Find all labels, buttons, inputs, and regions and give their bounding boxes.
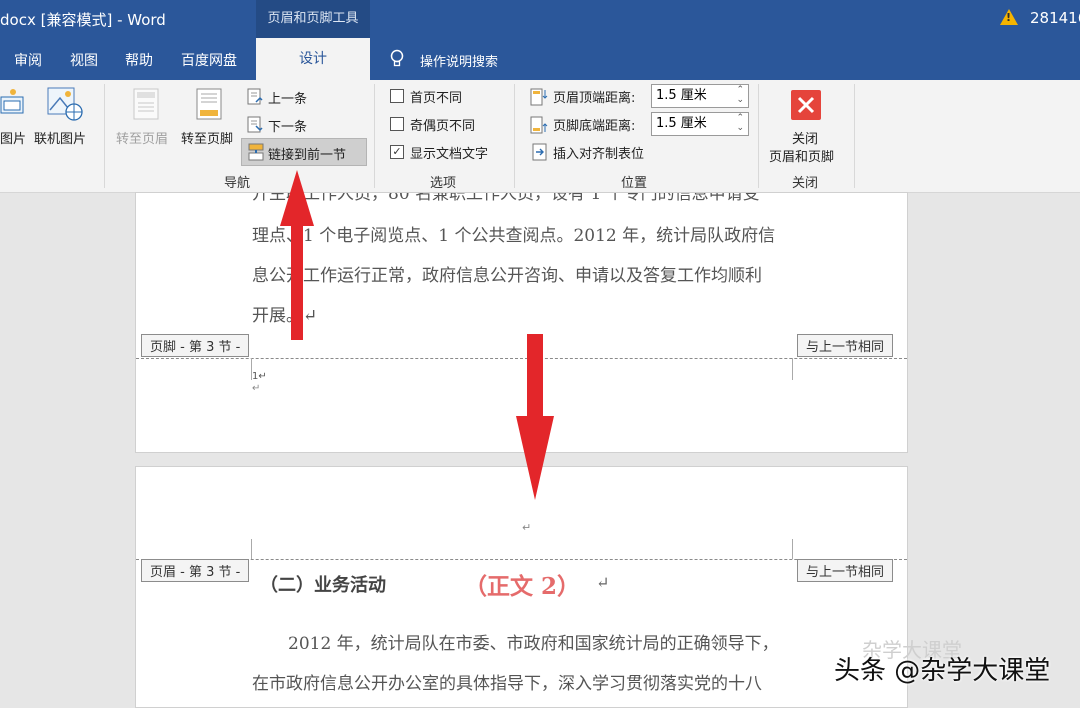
footer-from-bottom-input[interactable]: 1.5 厘米 ⌃ ⌄ — [651, 112, 749, 136]
picture-icon[interactable] — [0, 88, 26, 124]
link-to-previous-label: 链接到前一节 — [268, 148, 347, 163]
title-bar: docx [兼容模式] - Word 页眉和页脚工具 ! 281416 — [0, 0, 1080, 38]
tab-review[interactable]: 审阅 — [14, 50, 42, 70]
footer-margin-mark — [792, 358, 793, 380]
ribbon: 图片 联机图片 转至页眉 转至页脚 上一条 下一条 链接到前一节 导航 首页不同… — [0, 80, 1080, 193]
link-previous-icon — [248, 143, 264, 165]
goto-header-button[interactable]: 转至页眉 — [116, 128, 168, 147]
goto-footer-button[interactable]: 转至页脚 — [181, 128, 233, 147]
warning-text[interactable]: 281416 — [1030, 9, 1080, 27]
context-tools-label: 页眉和页脚工具 — [256, 0, 370, 38]
different-odd-even-label: 奇偶页不同 — [410, 119, 476, 134]
close-button-line2[interactable]: 页眉和页脚 — [769, 146, 834, 165]
insert-alignment-tab-button[interactable]: 插入对齐制表位 — [553, 143, 644, 162]
tell-me-search[interactable]: 操作说明搜索 — [420, 51, 498, 70]
window-title: docx [兼容模式] - Word — [0, 11, 166, 29]
next-button[interactable]: 下一条 — [268, 116, 307, 135]
goto-header-icon — [133, 88, 159, 124]
align-tab-icon — [532, 143, 548, 165]
group-divider — [374, 84, 375, 188]
group-label-close: 关闭 — [792, 176, 819, 191]
tab-baidu-netdisk[interactable]: 百度网盘 — [181, 50, 237, 70]
spinner-arrows-icon[interactable]: ⌃ ⌄ — [736, 113, 744, 133]
body-text-line: 开主职工作人员，80 名兼职工作人员，设有 1 个专门的信息申请受 — [252, 192, 760, 204]
group-divider — [854, 84, 855, 188]
group-label-navigation: 导航 — [224, 176, 251, 191]
next-icon — [247, 116, 263, 138]
link-to-previous-button[interactable]: 链接到前一节 — [241, 138, 367, 166]
footer-paragraph-mark: ↵ — [252, 383, 261, 394]
group-label-position: 位置 — [621, 176, 648, 191]
down-arrow-annotation — [516, 334, 554, 500]
header-from-top-label: 页眉顶端距离: — [553, 91, 636, 106]
body-text-line: 理点、1 个电子阅览点、1 个公共查阅点。2012 年，统计局队政府信 — [252, 226, 776, 246]
footer-bottom-icon — [530, 116, 548, 138]
footer-section-tag: 页脚 - 第 3 节 - — [141, 334, 250, 357]
section-heading: （二）业务活动 — [260, 575, 386, 596]
picture-button[interactable]: 图片 — [0, 128, 26, 147]
up-arrow-annotation — [280, 170, 314, 340]
different-first-page-checkbox[interactable] — [390, 89, 404, 103]
header-from-top-value: 1.5 厘米 — [656, 88, 707, 103]
header-top-icon — [530, 88, 548, 110]
heading-paragraph-mark: ↵ — [596, 573, 610, 592]
close-header-footer-icon[interactable] — [791, 90, 821, 120]
group-label-options: 选项 — [430, 176, 457, 191]
previous-icon — [247, 88, 263, 110]
header-section-tag: 页眉 - 第 3 节 - — [141, 559, 250, 582]
tab-design[interactable]: 设计 — [256, 38, 370, 80]
group-divider — [758, 84, 759, 188]
same-as-previous-tag: 与上一节相同 — [797, 334, 894, 357]
close-button-line1[interactable]: 关闭 — [792, 128, 818, 147]
warning-icon-mark: ! — [1006, 11, 1012, 24]
different-first-page-label: 首页不同 — [410, 91, 463, 106]
footer-page-number[interactable]: 1↵ — [252, 371, 267, 382]
body-annotation: （正文 2） — [464, 573, 581, 600]
goto-footer-icon[interactable] — [196, 88, 222, 124]
group-divider — [514, 84, 515, 188]
header-from-top-input[interactable]: 1.5 厘米 ⌃ ⌄ — [651, 84, 749, 108]
tab-view[interactable]: 视图 — [70, 50, 98, 70]
tab-help[interactable]: 帮助 — [125, 50, 153, 70]
header-margin-mark — [251, 539, 252, 559]
show-document-text-checkbox[interactable]: ✓ — [390, 145, 404, 159]
body-text-line: 息公开工作运行正常，政府信息公开咨询、申请以及答复工作均顺利 — [252, 266, 762, 286]
different-odd-even-checkbox[interactable] — [390, 117, 404, 131]
online-picture-icon[interactable] — [46, 86, 84, 126]
watermark-text: 头条 @杂学大课堂 — [834, 656, 1051, 686]
spinner-arrows-icon[interactable]: ⌃ ⌄ — [736, 85, 744, 105]
online-picture-button[interactable]: 联机图片 — [34, 128, 86, 147]
page-2: ↵ （二）业务活动 （正文 2） ↵ 2012 年，统计局队在市委、市政府和国家… — [135, 466, 908, 708]
ribbon-tabs: 审阅 视图 帮助 百度网盘 设计 操作说明搜索 — [0, 38, 1080, 80]
group-divider — [104, 84, 105, 188]
header-separator — [136, 559, 907, 560]
lightbulb-icon[interactable] — [390, 49, 404, 73]
show-document-text-label: 显示文档文字 — [410, 147, 489, 162]
previous-button[interactable]: 上一条 — [268, 88, 307, 107]
body-text-line: 在市政府信息公开办公室的具体指导下，深入学习贯彻落实党的十八 — [252, 674, 762, 694]
footer-from-bottom-label: 页脚底端距离: — [553, 119, 636, 134]
body-text-line: 2012 年，统计局队在市委、市政府和国家统计局的正确领导下， — [288, 634, 779, 654]
header-paragraph-mark[interactable]: ↵ — [522, 521, 531, 534]
same-as-previous-tag: 与上一节相同 — [797, 559, 894, 582]
header-margin-mark — [792, 539, 793, 559]
footer-from-bottom-value: 1.5 厘米 — [656, 116, 707, 131]
